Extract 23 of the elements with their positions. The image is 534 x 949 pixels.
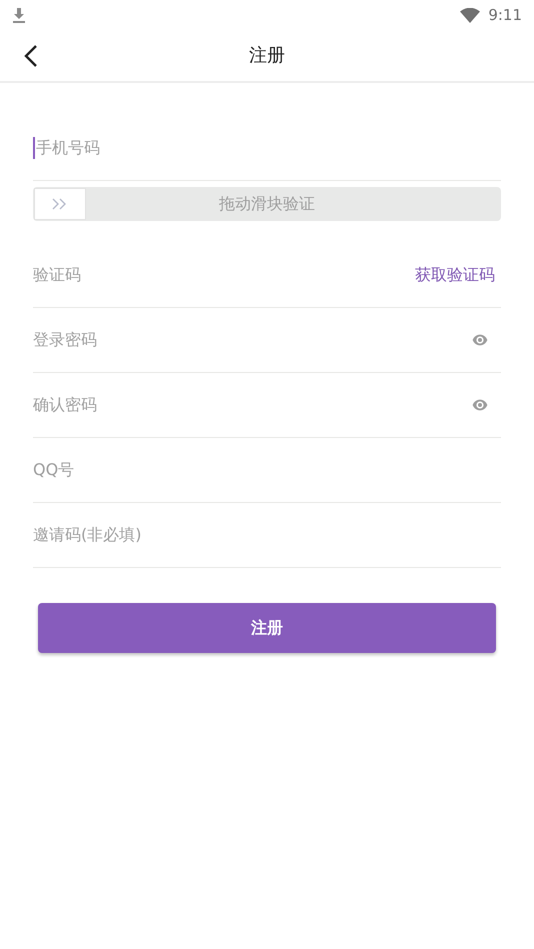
input-field[interactable]: QQ号 — [33, 438, 501, 503]
get-code-link[interactable]: 获取验证码 — [415, 263, 495, 287]
input-field[interactable]: 确认密码 — [33, 373, 501, 438]
register-button[interactable]: 注册 — [38, 603, 496, 653]
slider-handle[interactable] — [34, 188, 86, 220]
wifi-icon — [460, 8, 480, 22]
eye-icon[interactable] — [472, 399, 488, 411]
download-icon — [12, 7, 26, 23]
status-time: 9:11 — [488, 4, 522, 26]
slider-label: 拖动滑块验证 — [219, 193, 315, 215]
placeholder-text: QQ号 — [33, 459, 76, 481]
placeholder-text: 确认密码 — [33, 394, 98, 416]
eye-icon[interactable] — [472, 334, 488, 346]
placeholder-text: 邀请码(非必填) — [33, 524, 142, 546]
input-field[interactable]: 邀请码(非必填) — [33, 503, 501, 568]
placeholder-text: 手机号码 — [36, 137, 101, 159]
page-title: 注册 — [249, 44, 285, 68]
back-icon — [24, 44, 38, 68]
input-field[interactable]: 验证码 获取验证码 — [33, 243, 501, 308]
placeholder-text: 登录密码 — [33, 329, 98, 351]
input-field[interactable]: 手机号码 — [33, 116, 501, 181]
placeholder-text: 验证码 — [33, 264, 82, 286]
input-field[interactable]: 登录密码 — [33, 308, 501, 373]
